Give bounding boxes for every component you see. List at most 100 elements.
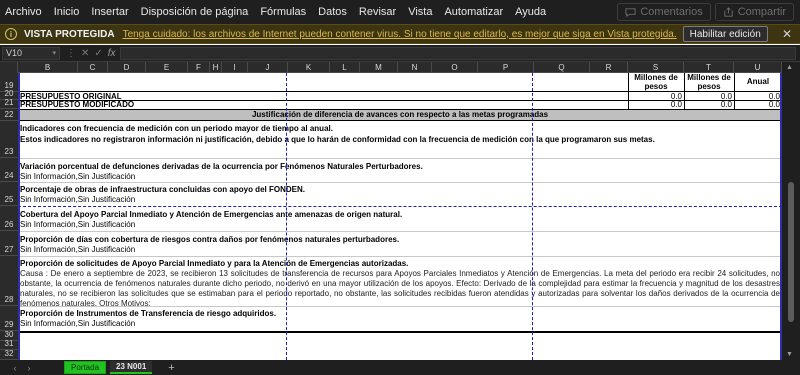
column-header-m[interactable]: M <box>360 62 398 73</box>
column-headers: B C D E F H I J K L M N O P Q R S T U <box>0 62 800 73</box>
column-header-h[interactable]: H <box>210 62 222 73</box>
row-header-24[interactable]: 24 <box>0 158 18 182</box>
menu-bar: Archivo Inicio Insertar Disposición de p… <box>0 0 800 24</box>
tab-23-n001[interactable]: 23 N001 <box>110 361 153 374</box>
cell-border <box>18 182 782 183</box>
row-header-29[interactable]: 29 <box>0 306 18 331</box>
page-break-horizontal <box>18 206 782 207</box>
cell-border <box>18 158 782 159</box>
dias-title: Proporción de días con cobertura de ries… <box>20 235 400 244</box>
select-all-corner[interactable] <box>0 62 18 73</box>
info-icon: i <box>5 28 17 40</box>
protected-view-bar: i VISTA PROTEGIDA Tenga cuidado: los arc… <box>0 24 800 44</box>
column-header-p[interactable]: P <box>478 62 534 73</box>
indicators-note-line2: Estos indicadores no registraron informa… <box>20 135 655 144</box>
menu-datos[interactable]: Datos <box>312 0 353 24</box>
formula-controls: ⋮ ✕ ✓ fx <box>66 48 116 59</box>
column-header-k[interactable]: K <box>288 62 330 73</box>
row-header-32[interactable]: 32 <box>0 349 18 360</box>
row-header-25[interactable]: 25 <box>0 182 18 206</box>
share-label: Compartir <box>737 6 786 18</box>
add-sheet-icon[interactable]: + <box>168 362 174 374</box>
instrumentos-title: Proporción de Instrumentos de Transferen… <box>20 309 277 318</box>
cell-u21: 0.0 <box>768 100 780 109</box>
tab-prev-icon[interactable]: ‹ <box>8 363 22 373</box>
scroll-up-icon[interactable]: ▲ <box>786 64 793 71</box>
row-header-27[interactable]: 27 <box>0 231 18 256</box>
column-header-j[interactable]: J <box>248 62 288 73</box>
scroll-down-icon[interactable]: ▼ <box>786 351 793 358</box>
variacion-sin-info: Sin Información,Sin Justificación <box>20 172 136 181</box>
name-box-value: V10 <box>6 48 23 58</box>
solicitudes-title: Proporción de solicitudes de Apoyo Parci… <box>20 259 409 268</box>
column-header-l[interactable]: L <box>330 62 360 73</box>
cancel-icon[interactable]: ✕ <box>81 48 89 59</box>
column-header-o[interactable]: O <box>432 62 478 73</box>
name-box[interactable]: V10 ▾ <box>2 46 60 60</box>
cell-t21: 0.0 <box>720 100 732 109</box>
close-icon[interactable]: ✕ <box>782 27 792 41</box>
menu-archivo[interactable]: Archivo <box>0 0 48 24</box>
row-header-21[interactable]: 21 <box>0 98 18 109</box>
formula-bar: V10 ▾ ⋮ ✕ ✓ fx <box>0 45 800 62</box>
cobertura-sin-info: Sin Información,Sin Justificación <box>20 220 136 229</box>
formula-input[interactable] <box>119 46 796 60</box>
menu-vista[interactable]: Vista <box>402 0 438 24</box>
share-icon <box>724 6 733 17</box>
column-header-n[interactable]: N <box>398 62 432 73</box>
menu-revisar[interactable]: Revisar <box>353 0 402 24</box>
page-break-vertical <box>286 73 287 360</box>
comments-button[interactable]: Comentarios <box>617 3 711 21</box>
unit-header-t: Millones de pesos <box>687 73 731 91</box>
row-header-26[interactable]: 26 <box>0 206 18 231</box>
obras-sin-info: Sin Información,Sin Justificación <box>20 195 136 204</box>
presupuesto-modificado-label: PRESUPUESTO MODIFICADO <box>20 100 135 109</box>
cell-border <box>18 231 782 232</box>
row-headers: 19 20 21 22 23 24 25 26 27 28 29 30 31 3… <box>0 73 18 360</box>
column-header-u[interactable]: U <box>734 62 782 73</box>
column-header-f[interactable]: F <box>188 62 210 73</box>
causa-paragraph: Causa : De enero a septiembre de 2023, s… <box>20 269 780 308</box>
page-break-vertical <box>532 73 533 360</box>
menu-inicio[interactable]: Inicio <box>48 0 86 24</box>
dias-sin-info: Sin Información,Sin Justificación <box>20 245 136 254</box>
comment-icon <box>625 7 636 17</box>
cell-border <box>18 306 782 307</box>
table-bottom-border <box>18 331 782 333</box>
column-header-q[interactable]: Q <box>534 62 590 73</box>
menu-formulas[interactable]: Fórmulas <box>254 0 312 24</box>
column-header-i[interactable]: I <box>222 62 248 73</box>
obras-title: Porcentaje de obras de infraestructura c… <box>20 185 305 194</box>
menu-disposicion[interactable]: Disposición de página <box>135 0 255 24</box>
scrollbar-thumb[interactable] <box>788 182 794 322</box>
row-header-22[interactable]: 22 <box>0 109 18 121</box>
enable-editing-button[interactable]: Habilitar edición <box>682 26 768 42</box>
check-icon[interactable]: ✓ <box>94 48 102 59</box>
column-header-d[interactable]: D <box>108 62 146 73</box>
protected-view-message-link[interactable]: Tenga cuidado: los archivos de Internet … <box>123 29 677 40</box>
fx-icon[interactable]: fx <box>108 48 116 59</box>
vertical-scrollbar[interactable]: ▲ ▼ <box>782 62 800 360</box>
justification-band-title: Justificación de diferencia de avances c… <box>18 109 782 121</box>
menu-automatizar[interactable]: Automatizar <box>438 0 509 24</box>
menu-ayuda[interactable]: Ayuda <box>509 0 552 24</box>
menu-right-actions: Comentarios Compartir <box>617 3 794 21</box>
row-header-23[interactable]: 23 <box>0 121 18 158</box>
sheet-area[interactable]: Millones de pesos Millones de pesos Anua… <box>18 73 782 360</box>
tab-next-icon[interactable]: › <box>22 363 36 373</box>
column-header-c[interactable]: C <box>78 62 108 73</box>
print-area-left-edge <box>18 73 20 360</box>
cobertura-title: Cobertura del Apoyo Parcial Inmediato y … <box>20 210 403 219</box>
more-icon: ⋮ <box>66 47 76 59</box>
column-header-b[interactable]: B <box>18 62 78 73</box>
share-button[interactable]: Compartir <box>714 3 794 21</box>
column-header-e[interactable]: E <box>146 62 188 73</box>
column-header-s[interactable]: S <box>628 62 684 73</box>
row-header-28[interactable]: 28 <box>0 256 18 306</box>
menu-insertar[interactable]: Insertar <box>85 0 134 24</box>
column-header-t[interactable]: T <box>684 62 734 73</box>
variacion-title: Variación porcentual de defunciones deri… <box>20 162 423 171</box>
unit-header-s: Millones de pesos <box>634 73 678 91</box>
column-header-r[interactable]: R <box>590 62 628 73</box>
tab-portada[interactable]: Portada <box>64 361 107 374</box>
